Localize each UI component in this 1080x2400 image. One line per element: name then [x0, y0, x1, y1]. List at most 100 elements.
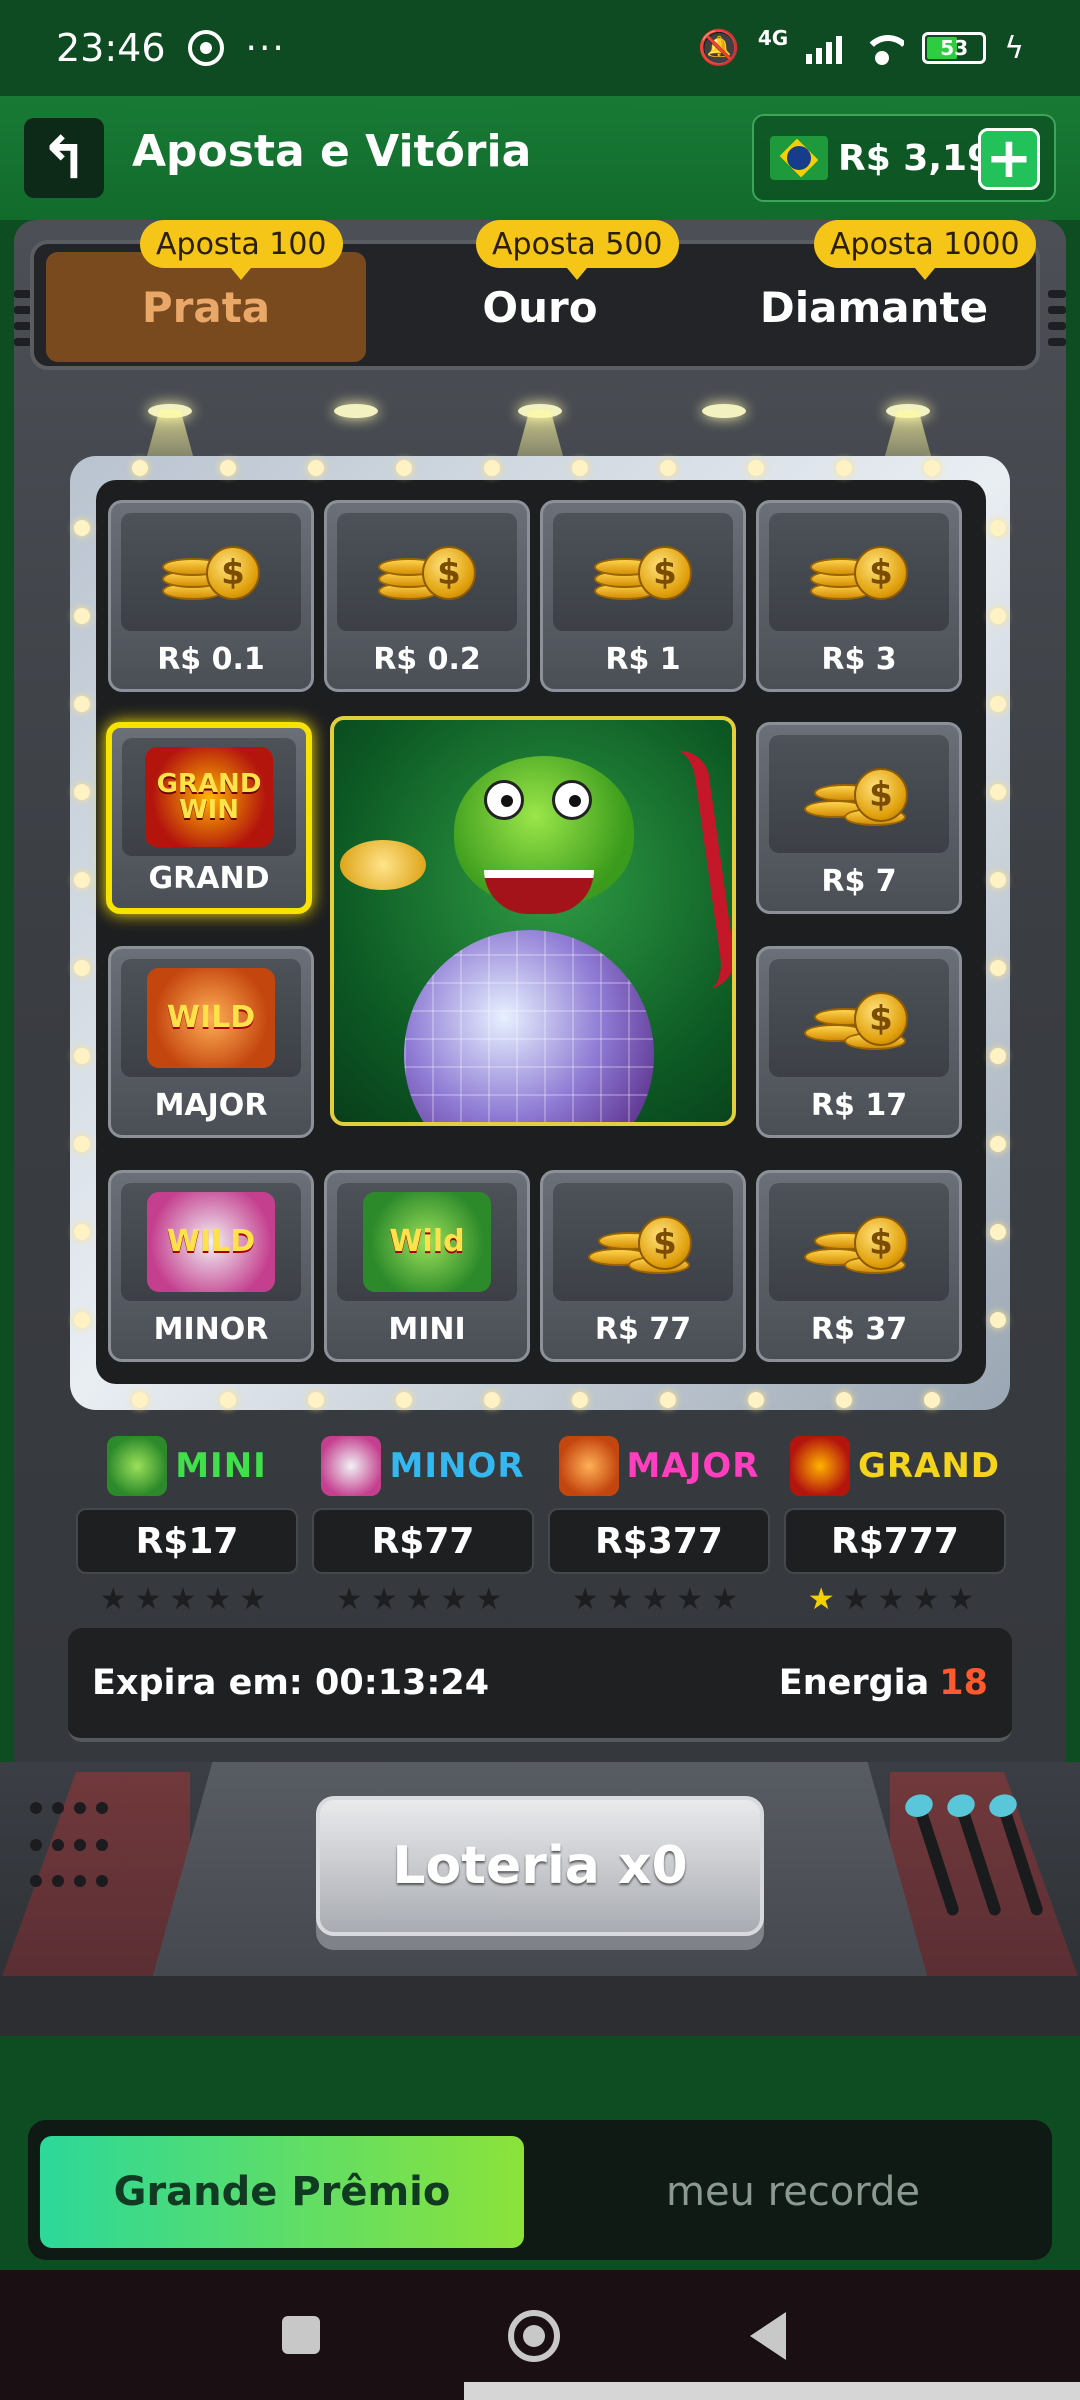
tab-prata[interactable]: Prata: [46, 252, 366, 362]
prize-label: R$ 3: [821, 642, 897, 677]
disco-ball-icon: [404, 930, 654, 1122]
tab-grand-prize[interactable]: Grande Prêmio: [40, 2136, 524, 2248]
lever-icon: [910, 1798, 1045, 1928]
page-title: Aposta e Vitória: [132, 126, 532, 177]
jackpot-name: MAJOR: [626, 1446, 760, 1486]
tab-ouro[interactable]: Ouro: [380, 252, 700, 362]
home-icon[interactable]: [508, 2310, 560, 2362]
dragon-wild-icon: [107, 1436, 168, 1496]
jackpot-value: R$17: [76, 1508, 298, 1574]
prize-label: MINI: [388, 1312, 466, 1347]
bulb-light: [572, 460, 588, 476]
tiger-wild-icon: [558, 1436, 619, 1496]
bulb-light: [572, 1392, 588, 1408]
recents-icon[interactable]: [282, 2316, 320, 2354]
jackpot-name: MINOR: [389, 1446, 525, 1486]
jackpot-value: R$77: [312, 1508, 534, 1574]
back-button[interactable]: ↰: [24, 118, 104, 198]
prize-label: R$ 0.1: [157, 642, 265, 677]
tab-my-record[interactable]: meu recorde: [548, 2136, 1038, 2248]
rabbit-wild-icon: WILD: [147, 1192, 275, 1292]
bulb-light: [308, 460, 324, 476]
status-time: 23:46: [56, 26, 166, 70]
tiger-wild-icon: WILD: [147, 968, 275, 1068]
bulb-light: [990, 960, 1006, 976]
bulb-light: [220, 460, 236, 476]
jackpot-name: MINI: [175, 1446, 267, 1486]
prize-cell-r0-2: $ R$ 0.2: [324, 500, 530, 692]
coin-pile-icon: $: [804, 978, 914, 1058]
bulb-light: [990, 872, 1006, 888]
bulb-light: [990, 1136, 1006, 1152]
mute-bell-icon: 🔕: [697, 28, 740, 68]
prize-cell-r0-1: $ R$ 0.1: [108, 500, 314, 692]
back-arrow-icon: ↰: [39, 124, 89, 192]
jackpot-stars: ★★★★★: [571, 1582, 747, 1617]
cabinet-vent-right: [1048, 290, 1066, 354]
prize-cell-r77: $ R$ 77: [540, 1170, 746, 1362]
coin-pile-icon: $: [804, 754, 914, 834]
prize-label: R$ 37: [810, 1312, 908, 1347]
status-bar: 23:46 ··· 🔕 4G 53 ϟ: [0, 0, 1080, 96]
prize-label: GRAND: [148, 861, 270, 896]
prize-cell-r17: $ R$ 17: [756, 946, 962, 1138]
bulb-light: [990, 1312, 1006, 1328]
prize-label: MAJOR: [154, 1088, 268, 1123]
coin-pile-icon: $: [804, 1202, 914, 1282]
energy-value: 18: [939, 1663, 988, 1703]
prize-cell-minor: WILD MINOR: [108, 1170, 314, 1362]
bulb-light: [924, 1392, 940, 1408]
energy-label: Energia: [778, 1663, 930, 1703]
bulb-light: [132, 1392, 148, 1408]
prize-cell-mini: Wild MINI: [324, 1170, 530, 1362]
coin-stack-icon: $: [156, 532, 266, 612]
lottery-button[interactable]: Loteria x0: [316, 1796, 764, 1936]
cabinet-base: [0, 1976, 1080, 2036]
back-nav-icon[interactable]: [750, 2312, 786, 2360]
tab-ouro-badge: Aposta 500: [476, 220, 679, 280]
battery-icon: 53: [922, 32, 987, 64]
bulb-light: [74, 1312, 90, 1328]
jackpot-name: GRAND: [857, 1446, 1001, 1486]
bulb-light: [748, 1392, 764, 1408]
system-nav-bar: [0, 2270, 1080, 2400]
coin-stack-icon: $: [588, 532, 698, 612]
bulb-light: [396, 460, 412, 476]
coin-pile-icon: $: [588, 1202, 698, 1282]
coin-stack-icon: $: [372, 532, 482, 612]
bulb-light: [660, 1392, 676, 1408]
tab-diamante-badge: Aposta 1000: [814, 220, 1036, 280]
tab-diamante[interactable]: Diamante: [714, 252, 1034, 362]
jackpot-value: R$377: [548, 1508, 770, 1574]
whatsapp-icon: [187, 30, 224, 66]
app-header: ↰ Aposta e Vitória R$ 3,19 +: [0, 96, 1080, 220]
bulb-light: [748, 460, 764, 476]
prize-cell-r1: $ R$ 1: [540, 500, 746, 692]
bulb-light: [74, 1048, 90, 1064]
spotlight-icon: [334, 404, 378, 418]
add-funds-button[interactable]: +: [978, 128, 1040, 190]
dragon-wild-icon: Wild: [363, 1192, 491, 1292]
prize-cell-r3: $ R$ 3: [756, 500, 962, 692]
prize-cell-r37: $ R$ 37: [756, 1170, 962, 1362]
jackpot-stars: ★★★★★: [99, 1582, 275, 1617]
gold-ingot-icon: [340, 840, 426, 890]
prize-label: R$ 17: [810, 1088, 908, 1123]
bulb-light: [74, 784, 90, 800]
expiry-timer: Expira em: 00:13:24: [92, 1663, 490, 1703]
prize-label: R$ 1: [605, 642, 681, 677]
bulb-light: [74, 1224, 90, 1240]
bulb-light: [74, 696, 90, 712]
prize-label: MINOR: [153, 1312, 269, 1347]
bulb-light: [990, 1224, 1006, 1240]
jackpot-stars: ★★★★★: [335, 1582, 511, 1617]
jackpot-minor: MINOR R$77 ★★★★★: [312, 1434, 534, 1617]
charging-icon: ϟ: [1004, 30, 1024, 66]
prize-label: R$ 77: [594, 1312, 692, 1347]
prize-cell-major: WILD MAJOR: [108, 946, 314, 1138]
bulb-light: [990, 520, 1006, 536]
bulb-light: [990, 1048, 1006, 1064]
bulb-light: [836, 460, 852, 476]
jackpot-stars: ★★★★★: [807, 1582, 983, 1617]
bulb-light: [74, 960, 90, 976]
